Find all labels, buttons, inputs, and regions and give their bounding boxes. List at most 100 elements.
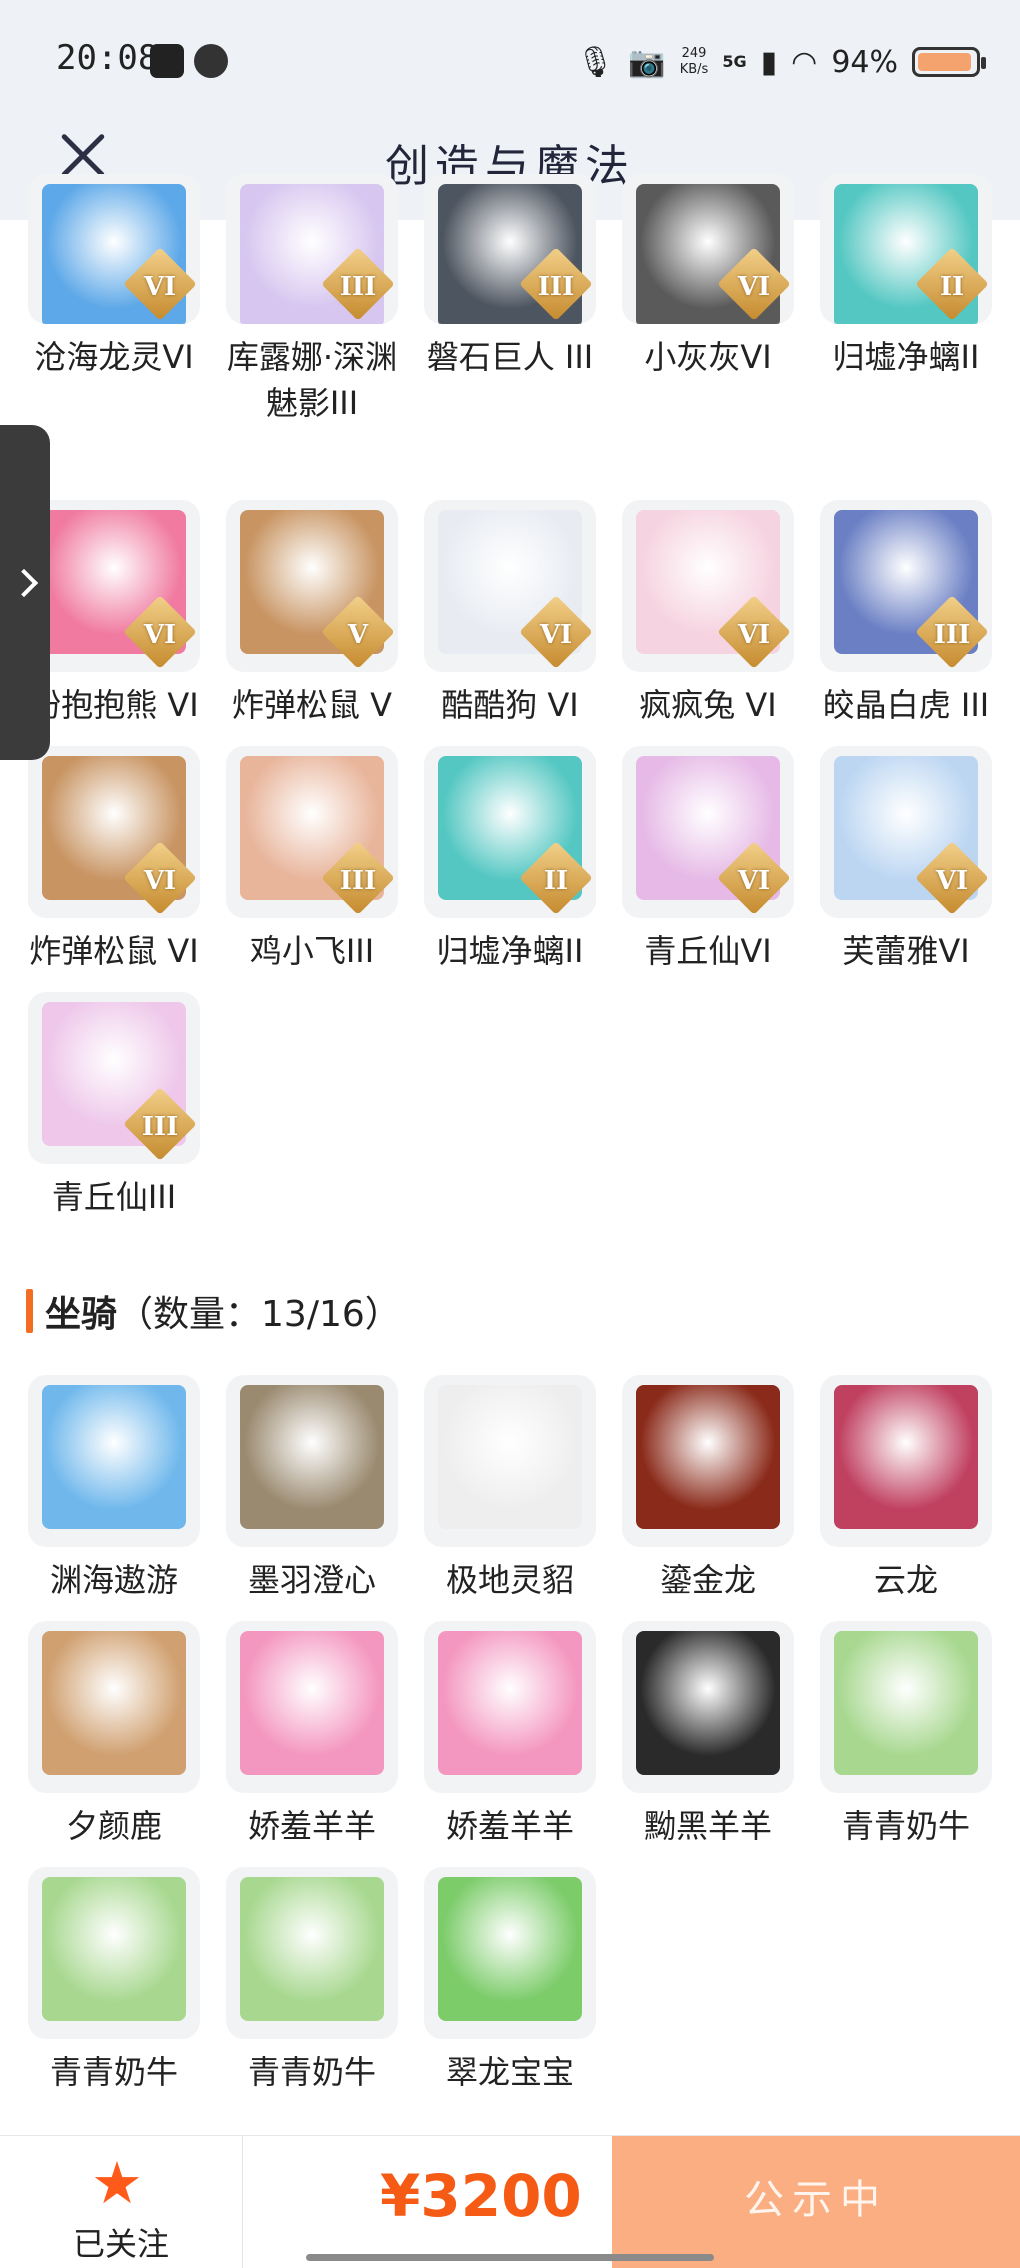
item-thumbnail: III: [28, 992, 200, 1164]
mount-item[interactable]: 青青奶牛: [212, 1867, 412, 2095]
item-thumbnail: [28, 1375, 200, 1547]
item-thumbnail: [226, 1621, 398, 1793]
signal-icon: ▮: [760, 44, 778, 80]
item-art: [240, 1877, 384, 2021]
mount-item[interactable]: 翠龙宝宝: [410, 1867, 610, 2095]
skin-item[interactable]: II 归墟净螭II: [410, 746, 610, 974]
mount-item[interactable]: 娇羞羊羊: [410, 1621, 610, 1849]
status-button[interactable]: 公示中: [612, 2136, 1020, 2268]
skin-item[interactable]: V 炸弹松鼠 V: [212, 500, 412, 728]
skin-item[interactable]: III 鸡小飞III: [212, 746, 412, 974]
item-art: [240, 1385, 384, 1529]
skin-item[interactable]: VI 酷酷狗 VI: [410, 500, 610, 728]
battery-percent: 94%: [831, 44, 898, 80]
skin-item[interactable]: VI 沧海龙灵VI: [14, 174, 214, 380]
item-thumbnail: III: [820, 500, 992, 672]
tier-badge-text: II: [939, 272, 965, 302]
section-title: 坐骑: [45, 1294, 118, 1335]
mount-item[interactable]: 云龙: [806, 1375, 1006, 1603]
skin-item[interactable]: III 库露娜·深渊魅影III: [212, 174, 412, 426]
item-thumbnail: II: [424, 746, 596, 918]
item-label: 炸弹松鼠 VI: [29, 932, 199, 970]
item-thumbnail: VI: [28, 500, 200, 672]
camera-icon: 📷: [628, 44, 666, 80]
item-thumbnail: VI: [622, 174, 794, 324]
mount-item[interactable]: 夕颜鹿: [14, 1621, 214, 1849]
item-label: 沧海龙灵VI: [34, 338, 194, 376]
item-label: 鎏金龙: [659, 1561, 756, 1599]
item-label: 青丘仙III: [51, 1178, 177, 1216]
item-thumbnail: [622, 1375, 794, 1547]
item-label: 墨羽澄心: [247, 1561, 376, 1599]
item-thumbnail: VI: [28, 746, 200, 918]
tier-badge-text: III: [537, 272, 575, 302]
mount-item[interactable]: 鎏金龙: [608, 1375, 808, 1603]
star-icon: ★: [91, 2149, 143, 2217]
skin-item[interactable]: III 磐石巨人 III: [410, 174, 610, 380]
skin-item[interactable]: VI 小灰灰VI: [608, 174, 808, 380]
mount-item[interactable]: 青青奶牛: [14, 1867, 214, 2095]
tier-badge-text: VI: [935, 866, 969, 896]
follow-label: 已关注: [72, 2225, 169, 2263]
section-count: （数量：13/16）: [117, 1294, 401, 1335]
item-art: [42, 1877, 186, 2021]
item-label: 归墟净螭II: [832, 338, 980, 376]
item-art: [240, 1631, 384, 1775]
item-art: [438, 1877, 582, 2021]
tier-badge-text: III: [339, 272, 377, 302]
item-thumbnail: III: [226, 174, 398, 324]
item-label: 青青奶牛: [841, 1807, 970, 1845]
status-bar: 20:08 🎙 📷 249 KB/s 5G ▮ ◠ 94%: [0, 0, 1020, 120]
skin-item[interactable]: II 归墟净螭II: [806, 174, 1006, 380]
mount-item[interactable]: 黝黑羊羊: [608, 1621, 808, 1849]
item-label: 皎晶白虎 III: [822, 686, 990, 724]
skin-item[interactable]: VI 炸弹松鼠 VI: [14, 746, 214, 974]
mount-item[interactable]: 极地灵貂: [410, 1375, 610, 1603]
item-art: [834, 1631, 978, 1775]
mount-item[interactable]: 娇羞羊羊: [212, 1621, 412, 1849]
item-label: 云龙: [873, 1561, 938, 1599]
skin-item[interactable]: III 皎晶白虎 III: [806, 500, 1006, 728]
item-label: 青青奶牛: [49, 2053, 178, 2091]
item-art: [42, 1631, 186, 1775]
item-thumbnail: [28, 1867, 200, 2039]
mount-item[interactable]: 青青奶牛: [806, 1621, 1006, 1849]
tier-badge-text: VI: [737, 620, 771, 650]
item-label: 归墟净螭II: [436, 932, 584, 970]
item-art: [636, 1385, 780, 1529]
skin-item[interactable]: III 青丘仙III: [14, 992, 214, 1220]
side-drawer-handle[interactable]: [0, 425, 50, 760]
mount-item[interactable]: 渊海遨游: [14, 1375, 214, 1603]
item-thumbnail: III: [226, 746, 398, 918]
telegram-icon: [150, 44, 184, 78]
skin-item[interactable]: VI 疯疯兔 VI: [608, 500, 808, 728]
wifi-icon: ◠: [791, 44, 818, 80]
tier-badge-text: II: [543, 866, 569, 896]
speed-unit: KB/s: [679, 62, 709, 77]
item-art: [438, 1631, 582, 1775]
item-label: 渊海遨游: [49, 1561, 178, 1599]
item-thumbnail: VI: [622, 746, 794, 918]
item-label: 极地灵貂: [445, 1561, 574, 1599]
price: ¥3200: [380, 2162, 582, 2230]
follow-button[interactable]: ★ 已关注: [0, 2136, 243, 2268]
item-label: 库露娜·深渊魅影III: [226, 338, 398, 422]
tier-badge-text: VI: [737, 272, 771, 302]
skin-item[interactable]: VI 芙蕾雅VI: [806, 746, 1006, 974]
item-label: 青青奶牛: [247, 2053, 376, 2091]
tier-badge-text: VI: [143, 866, 177, 896]
item-art: [636, 1631, 780, 1775]
tier-badge-text: III: [933, 620, 971, 650]
mount-item[interactable]: 墨羽澄心: [212, 1375, 412, 1603]
tier-badge-text: VI: [143, 620, 177, 650]
item-label: 疯疯兔 VI: [639, 686, 777, 724]
item-thumbnail: VI: [820, 746, 992, 918]
item-label: 鸡小飞III: [249, 932, 375, 970]
item-thumbnail: II: [820, 174, 992, 324]
skin-item[interactable]: VI 青丘仙VI: [608, 746, 808, 974]
tier-badge-text: VI: [737, 866, 771, 896]
home-indicator: [306, 2254, 714, 2261]
item-thumbnail: [424, 1375, 596, 1547]
item-thumbnail: [424, 1867, 596, 2039]
item-thumbnail: VI: [424, 500, 596, 672]
